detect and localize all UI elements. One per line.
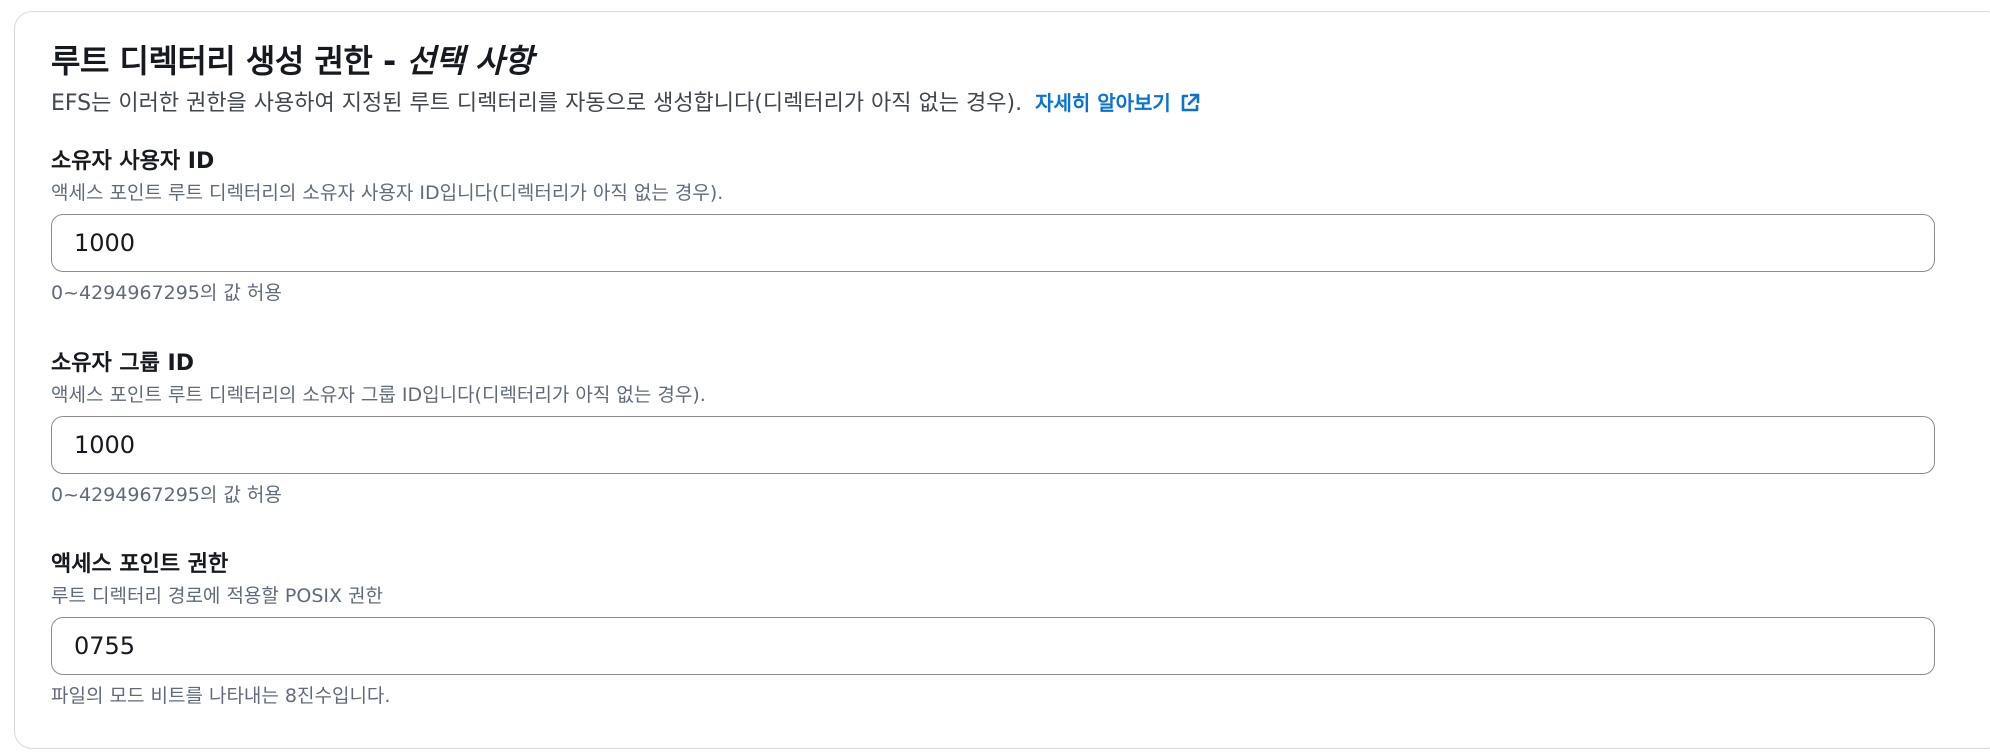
owner-group-id-label: 소유자 그룹 ID bbox=[51, 351, 194, 376]
owner-group-id-input[interactable] bbox=[51, 416, 1935, 474]
owner-user-id-description: 액세스 포인트 루트 디렉터리의 소유자 사용자 ID입니다(디렉터리가 아직 … bbox=[51, 182, 724, 204]
access-point-permissions-constraint: 파일의 모드 비트를 나타내는 8진수입니다. bbox=[51, 685, 391, 707]
section-title-optional: 선택 사항 bbox=[406, 42, 533, 80]
access-point-permissions-description: 루트 디렉터리 경로에 적용할 POSIX 권한 bbox=[51, 585, 384, 607]
section-description-text: EFS는 이러한 권한을 사용하여 지정된 루트 디렉터리를 자동으로 생성합니… bbox=[51, 91, 1023, 116]
external-link-icon bbox=[1179, 92, 1201, 122]
access-point-permissions-label: 액세스 포인트 권한 bbox=[51, 552, 229, 577]
owner-group-id-constraint: 0~4294967295의 값 허용 bbox=[51, 484, 282, 506]
owner-group-id-description: 액세스 포인트 루트 디렉터리의 소유자 그룹 ID입니다(디렉터리가 아직 없… bbox=[51, 384, 706, 406]
owner-user-id-constraint: 0~4294967295의 값 허용 bbox=[51, 282, 282, 304]
owner-group-id-field: 소유자 그룹 ID 액세스 포인트 루트 디렉터리의 소유자 그룹 ID입니다(… bbox=[51, 350, 1935, 508]
learn-more-label: 자세히 알아보기 bbox=[1035, 91, 1171, 115]
access-point-permissions-field: 액세스 포인트 권한 루트 디렉터리 경로에 적용할 POSIX 권한 파일의 … bbox=[51, 551, 1935, 709]
section-header: 루트 디렉터리 생성 권한 - 선택 사항 EFS는 이러한 권한을 사용하여 … bbox=[51, 40, 1201, 122]
access-point-permissions-input[interactable] bbox=[51, 617, 1935, 675]
learn-more-link[interactable]: 자세히 알아보기 bbox=[1035, 91, 1201, 115]
owner-user-id-input[interactable] bbox=[51, 214, 1935, 272]
section-title: 루트 디렉터리 생성 권한 - 선택 사항 bbox=[51, 40, 1201, 82]
owner-user-id-label: 소유자 사용자 ID bbox=[51, 149, 215, 174]
section-title-text: 루트 디렉터리 생성 권한 - bbox=[51, 42, 407, 80]
owner-user-id-field: 소유자 사용자 ID 액세스 포인트 루트 디렉터리의 소유자 사용자 ID입니… bbox=[51, 148, 1935, 306]
section-description: EFS는 이러한 권한을 사용하여 지정된 루트 디렉터리를 자동으로 생성합니… bbox=[51, 88, 1201, 122]
